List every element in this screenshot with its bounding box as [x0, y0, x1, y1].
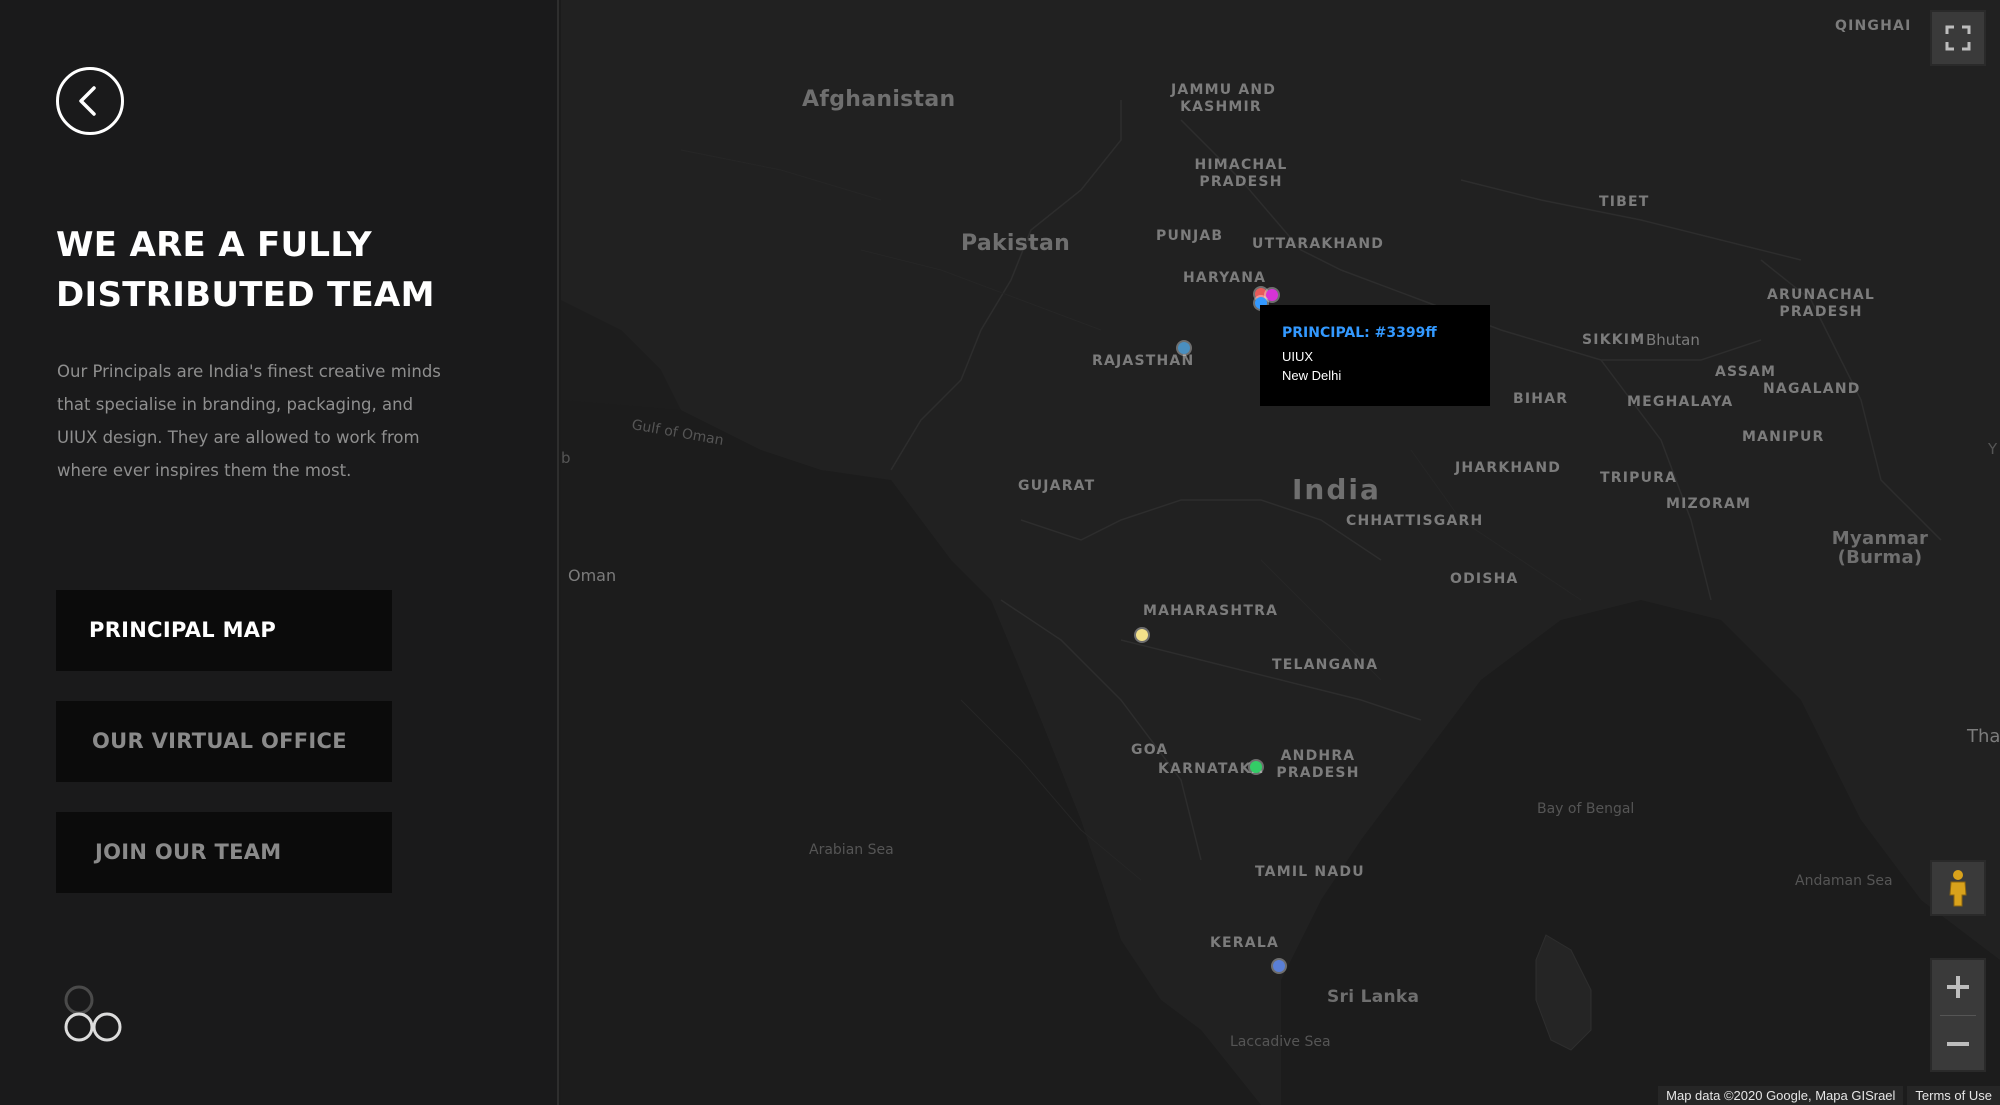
zoom-divider: [1940, 1015, 1976, 1016]
map-label: Myanmar (Burma): [1824, 529, 1936, 567]
fullscreen-icon: [1945, 25, 1971, 51]
map-label-line: ANDHRA: [1280, 748, 1356, 764]
map-label: Sri Lanka: [1327, 987, 1420, 1007]
map-label: JHARKHAND: [1455, 460, 1562, 476]
fullscreen-button[interactable]: [1930, 10, 1986, 66]
intro-line: that specialise in branding, packaging, …: [57, 395, 414, 414]
pegman-icon: [1949, 870, 1967, 907]
virtual-office-label: OUR VIRTUAL OFFICE: [92, 729, 347, 753]
principal-map-label: PRINCIPAL MAP: [89, 618, 277, 642]
marker-kerala[interactable]: [1273, 960, 1285, 972]
map-label: TAMIL NADU: [1255, 864, 1365, 880]
map-label: Tha: [1967, 726, 2000, 747]
map-label-line: JAMMU AND: [1171, 82, 1277, 98]
map-label: GUJARAT: [1018, 478, 1096, 494]
map-label-line: PRADESH: [1779, 304, 1863, 320]
map-label: HARYANA: [1183, 270, 1267, 286]
map-label: Oman: [568, 566, 617, 585]
map-label: TIBET: [1599, 194, 1650, 210]
map-label: MIZORAM: [1666, 496, 1752, 512]
tooltip-title: PRINCIPAL: #3399ff: [1282, 325, 1437, 341]
map-label: Laccadive Sea: [1230, 1034, 1331, 1050]
map-label: Arabian Sea: [809, 842, 894, 858]
map-label: PUNJAB: [1156, 228, 1224, 244]
map-label-line: PRADESH: [1276, 765, 1360, 781]
sidebar: WE ARE A FULLY DISTRIBUTED TEAM Our Prin…: [0, 0, 559, 1105]
zoom-in-button[interactable]: [1932, 960, 1984, 1015]
map-label: HIMACHAL PRADESH: [1191, 157, 1291, 191]
map-attribution: Map data ©2020 Google, Mapa GISrael Term…: [1654, 1086, 2000, 1105]
map-label: NAGALAND: [1763, 381, 1861, 397]
map-label: Bhutan: [1646, 331, 1700, 349]
map-label: Pakistan: [961, 231, 1071, 256]
map-label-line: ARUNACHAL: [1766, 287, 1876, 303]
map-label: India: [1292, 473, 1381, 506]
intro-line: where ever inspires them the most.: [57, 461, 352, 480]
map-label: CHHATTISGARH: [1346, 513, 1484, 529]
back-button[interactable]: [56, 67, 124, 135]
intro-line: Our Principals are India's finest creati…: [57, 362, 441, 381]
map-label: BIHAR: [1513, 391, 1569, 407]
join-team-button[interactable]: JOIN OUR TEAM: [56, 812, 392, 893]
minus-icon: [1947, 1042, 1969, 1046]
map-label: Y: [1988, 440, 1998, 458]
map-label: b: [561, 449, 571, 467]
principal-tooltip: PRINCIPAL: #3399ff UIUX New Delhi: [1260, 305, 1490, 406]
plus-icon: [1947, 976, 1969, 998]
tooltip-discipline: UIUX: [1282, 349, 1314, 364]
page: WE ARE A FULLY DISTRIBUTED TEAM Our Prin…: [0, 0, 2000, 1105]
marker-mumbai[interactable]: [1136, 629, 1148, 641]
marker-new-delhi-magenta[interactable]: [1266, 289, 1278, 301]
page-title-line: DISTRIBUTED TEAM: [56, 275, 435, 315]
map-label: KARNATAKA: [1158, 761, 1264, 777]
page-title-line: WE ARE A FULLY: [56, 225, 372, 265]
join-team-label: JOIN OUR TEAM: [95, 840, 282, 864]
virtual-office-button[interactable]: OUR VIRTUAL OFFICE: [56, 701, 392, 782]
map-label: TRIPURA: [1600, 470, 1678, 486]
map-label: TELANGANA: [1272, 657, 1379, 673]
map-label-line: PRADESH: [1199, 174, 1283, 190]
map-label: ASSAM: [1715, 364, 1777, 380]
map-label-line: KASHMIR: [1180, 99, 1262, 115]
page-title: WE ARE A FULLY DISTRIBUTED TEAM: [56, 220, 496, 320]
marker-rajasthan[interactable]: [1178, 342, 1190, 354]
map-label-line: HIMACHAL: [1194, 157, 1288, 173]
marker-bangalore[interactable]: [1250, 761, 1262, 773]
map-label: ARUNACHAL PRADESH: [1766, 287, 1876, 321]
chevron-left-icon: [79, 86, 96, 116]
map-label: GOA: [1131, 742, 1169, 758]
map-data-credit: Map data ©2020 Google, Mapa GISrael: [1658, 1086, 1904, 1105]
map-label: Andaman Sea: [1795, 873, 1893, 889]
map-label: KERALA: [1210, 935, 1279, 951]
principal-map[interactable]: QINGHAI Afghanistan JAMMU AND KASHMIR HI…: [561, 0, 2000, 1105]
principal-map-button[interactable]: PRINCIPAL MAP: [56, 590, 392, 671]
zoom-control: [1930, 958, 1986, 1072]
map-label: JAMMU AND KASHMIR: [1171, 82, 1275, 116]
map-label: Bay of Bengal: [1537, 801, 1635, 817]
map-label: ANDHRA PRADESH: [1273, 748, 1363, 782]
map-label: MAHARASHTRA: [1143, 603, 1279, 619]
intro-text: Our Principals are India's finest creati…: [57, 355, 467, 487]
map-label: QINGHAI: [1835, 18, 1912, 34]
map-label-line: Myanmar: [1831, 528, 1929, 549]
map-label: MANIPUR: [1742, 429, 1825, 445]
map-label: UTTARAKHAND: [1252, 236, 1385, 252]
map-label: SIKKIM: [1582, 332, 1646, 348]
brand-logo-icon: [64, 985, 122, 1042]
street-view-pegman-button[interactable]: [1930, 860, 1986, 916]
map-label: Afghanistan: [802, 87, 956, 112]
tooltip-city: New Delhi: [1282, 368, 1342, 383]
map-label-line: (Burma): [1837, 547, 1923, 568]
intro-line: UIUX design. They are allowed to work fr…: [57, 428, 420, 447]
map-label: ODISHA: [1450, 571, 1519, 587]
zoom-out-button[interactable]: [1932, 1017, 1984, 1072]
terms-of-use-link[interactable]: Terms of Use: [1907, 1086, 2000, 1105]
map-label: MEGHALAYA: [1627, 394, 1734, 410]
map-label: RAJASTHAN: [1092, 353, 1195, 369]
